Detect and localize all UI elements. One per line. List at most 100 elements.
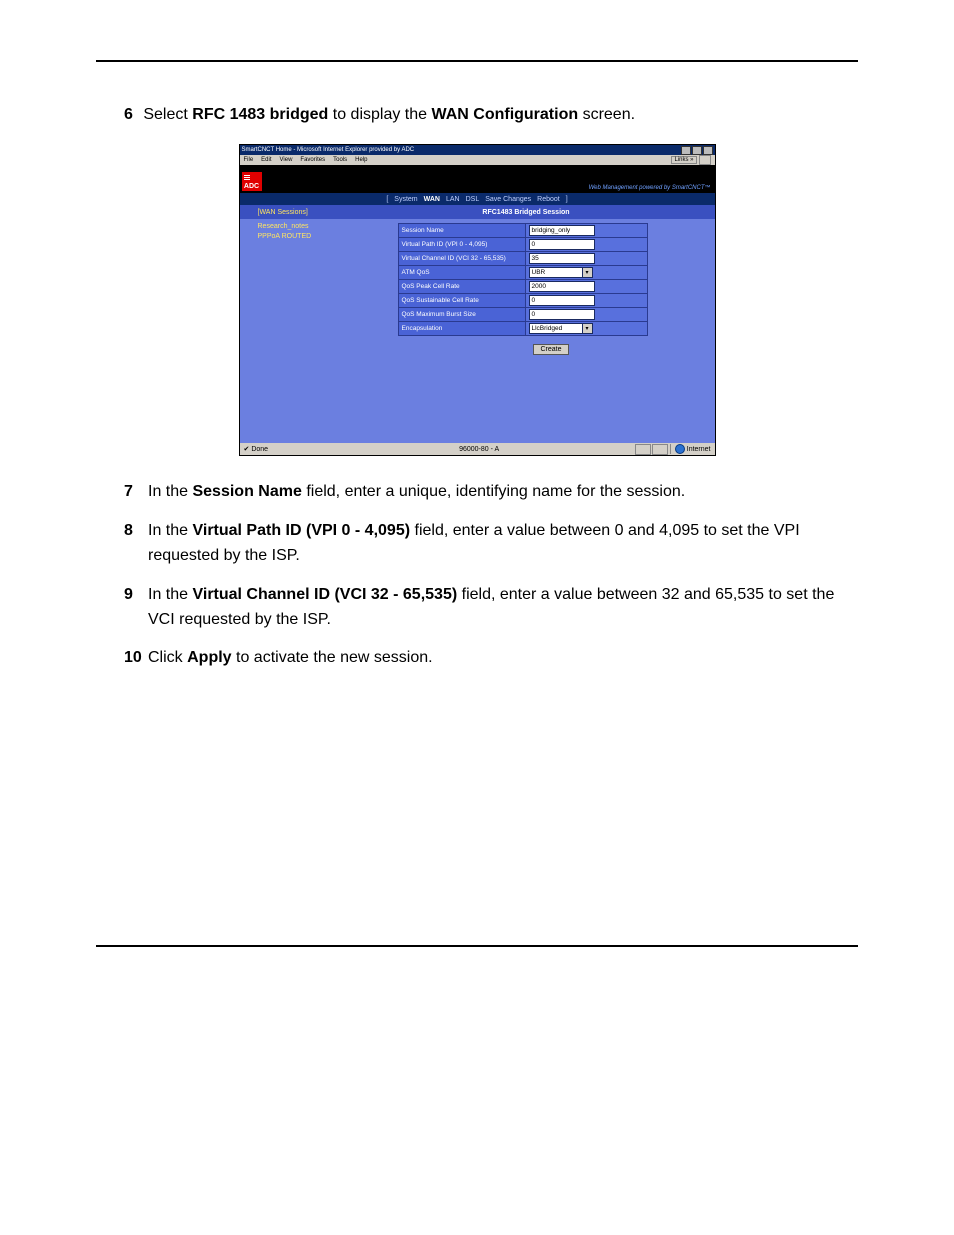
form-row-label: Virtual Channel ID (VCI 32 - 65,535) (398, 252, 525, 266)
instr-prefix: Select (143, 106, 192, 123)
form-select-value[interactable]: LlcBridged (529, 323, 583, 334)
main-panel: Session Name bridging_only Virtual Path ID… (398, 219, 715, 429)
sidebar: Research_notes PPPoA ROUTED (240, 219, 398, 429)
wan-sessions-link[interactable]: [WAN Sessions] (240, 209, 398, 216)
form-row: QoS Peak Cell Rate 2000 (398, 280, 647, 294)
sidebar-item-pppoa[interactable]: PPPoA ROUTED (258, 233, 398, 240)
form-input[interactable]: 2000 (529, 281, 595, 292)
step-number: 9 (124, 583, 133, 608)
instruction-step: 10 Click Apply to activate the new sessio… (124, 646, 858, 671)
create-button[interactable]: Create (533, 344, 568, 355)
form-input[interactable]: 35 (529, 253, 595, 264)
form-row-label: Encapsulation (398, 322, 525, 336)
form-row-label: QoS Peak Cell Rate (398, 280, 525, 294)
status-box-1 (635, 444, 651, 455)
form-row-value-cell: LlcBridged▾ (525, 322, 647, 336)
app-tagline: Web Management powered by SmartCNCT™ (589, 185, 711, 191)
form-select[interactable]: LlcBridged▾ (529, 323, 593, 334)
window-title: SmartCNCT Home - Microsoft Internet Expl… (242, 147, 415, 153)
step-number-6: 6 (124, 106, 133, 123)
nav-reboot[interactable]: Reboot (537, 196, 560, 203)
form-row-value-cell: 0 (525, 308, 647, 322)
window-buttons (681, 146, 713, 155)
step-text: to activate the new session. (232, 649, 433, 666)
menu-tools[interactable]: Tools (333, 157, 347, 163)
go-button-icon[interactable] (699, 155, 711, 165)
status-box-2 (652, 444, 668, 455)
form-row-label: Session Name (398, 224, 525, 238)
browser-statusbar: ✔ Done 96000-80 - A Internet (240, 443, 715, 455)
instruction-line: 6 Select RFC 1483 bridged to display the… (124, 104, 858, 126)
internet-icon (675, 444, 685, 454)
menu-view[interactable]: View (280, 157, 293, 163)
top-nav: [ System WAN LAN DSL Save Changes Reboot… (240, 193, 715, 205)
menu-help[interactable]: Help (355, 157, 367, 163)
maximize-icon[interactable] (692, 146, 702, 155)
nav-bracket-left: [ (386, 196, 388, 203)
bottom-rule (96, 945, 858, 947)
nav-lan[interactable]: LAN (446, 196, 460, 203)
instr-middle: to display the (328, 106, 431, 123)
form-row: Virtual Channel ID (VCI 32 - 65,535) 35 (398, 252, 647, 266)
instr-screen-name: WAN Configuration (431, 106, 578, 123)
session-form-table: Session Name bridging_only Virtual Path ID… (398, 223, 648, 336)
sidebar-item-research[interactable]: Research_notes (258, 223, 398, 230)
nav-wan[interactable]: WAN (424, 196, 440, 203)
form-row-label: Virtual Path ID (VPI 0 - 4,095) (398, 238, 525, 252)
form-input[interactable]: bridging_only (529, 225, 595, 236)
step-text: In the (148, 483, 192, 500)
instruction-step: 7 In the Session Name field, enter a uniq… (124, 480, 858, 505)
form-select[interactable]: UBR▾ (529, 267, 593, 278)
chevron-down-icon[interactable]: ▾ (583, 323, 593, 334)
menu-favorites[interactable]: Favorites (300, 157, 325, 163)
close-icon[interactable] (703, 146, 713, 155)
step-bold-text: Virtual Channel ID (VCI 32 - 65,535) (192, 586, 457, 603)
form-input[interactable]: 0 (529, 309, 595, 320)
step-text: field, enter a unique, identifying name … (302, 483, 685, 500)
form-row: QoS Sustainable Cell Rate0 (398, 294, 647, 308)
nav-bracket-right: ] (566, 196, 568, 203)
nav-save[interactable]: Save Changes (485, 196, 531, 203)
menu-file[interactable]: File (244, 157, 254, 163)
menu-edit[interactable]: Edit (261, 157, 271, 163)
form-row-value-cell: bridging_only (525, 224, 647, 238)
minimize-icon[interactable] (681, 146, 691, 155)
step-bold-text: Session Name (192, 483, 301, 500)
form-row-value-cell: 2000 (525, 280, 647, 294)
form-row: QoS Maximum Burst Size 0 (398, 308, 647, 322)
steps-list: 7 In the Session Name field, enter a uniq… (124, 480, 858, 671)
top-rule (96, 60, 858, 62)
sub-nav-bar: [WAN Sessions] RFC1483 Bridged Session (240, 205, 715, 219)
step-bold-text: Virtual Path ID (VPI 0 - 4,095) (192, 522, 410, 539)
browser-menubar: File Edit View Favorites Tools Help Link… (240, 155, 715, 165)
status-done-text: Done (251, 446, 268, 453)
form-row: Session Name bridging_only (398, 224, 647, 238)
form-row-label: QoS Maximum Burst Size (398, 308, 525, 322)
instruction-step: 9 In the Virtual Channel ID (VCI 32 - 65,… (124, 583, 858, 633)
form-row: ATM QoS UBR▾ (398, 266, 647, 280)
form-row: Encapsulation LlcBridged▾ (398, 322, 647, 336)
form-input[interactable]: 0 (529, 239, 595, 250)
form-select-value[interactable]: UBR (529, 267, 583, 278)
wan-config-screenshot: SmartCNCT Home - Microsoft Internet Expl… (239, 144, 716, 456)
form-row-label: ATM QoS (398, 266, 525, 280)
step-text: In the (148, 522, 192, 539)
step-text: Click (148, 649, 187, 666)
form-row-value-cell: 0 (525, 294, 647, 308)
nav-dsl[interactable]: DSL (466, 196, 480, 203)
window-titlebar: SmartCNCT Home - Microsoft Internet Expl… (240, 145, 715, 155)
chevron-down-icon[interactable]: ▾ (583, 267, 593, 278)
step-number: 7 (124, 480, 133, 505)
step-text: In the (148, 586, 192, 603)
form-row-value-cell: UBR▾ (525, 266, 647, 280)
nav-system[interactable]: System (394, 196, 417, 203)
form-row-value-cell: 35 (525, 252, 647, 266)
status-internet: Internet (687, 446, 711, 453)
instr-link: RFC 1483 bridged (192, 106, 328, 123)
adc-logo: ADC (242, 172, 262, 191)
step-bold-text: Apply (187, 649, 231, 666)
links-button[interactable]: Links » (671, 156, 696, 164)
status-mid: 96000-80 - A (324, 446, 635, 453)
step-number: 10 (124, 646, 142, 671)
form-input[interactable]: 0 (529, 295, 595, 306)
